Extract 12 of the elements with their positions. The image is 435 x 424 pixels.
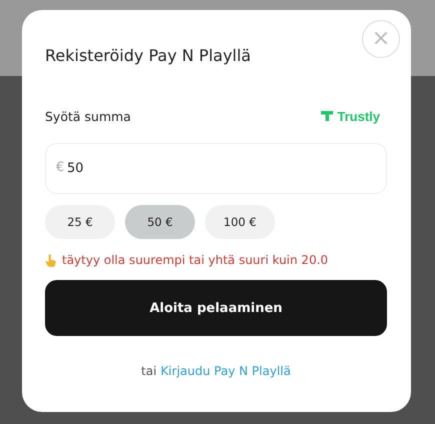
provider-name: Trustly	[337, 108, 380, 124]
amount-label: Syötä summa	[45, 108, 131, 124]
dialog-title: Rekisteröidy Pay N Playllä	[45, 46, 251, 65]
amount-chip[interactable]: 100 €	[205, 205, 275, 239]
start-playing-button[interactable]: Aloita pelaaminen	[45, 280, 387, 336]
pointing-hand-icon	[45, 254, 56, 266]
amount-chip[interactable]: 25 €	[45, 205, 115, 239]
amount-chip[interactable]: 50 €	[125, 205, 195, 239]
error-message: täytyy olla suurempi tai yhtä suuri kuin 20.0	[62, 253, 328, 267]
currency-symbol: €	[56, 160, 64, 176]
trustly-logo-icon	[321, 111, 334, 121]
footer-text: tai	[141, 364, 157, 378]
